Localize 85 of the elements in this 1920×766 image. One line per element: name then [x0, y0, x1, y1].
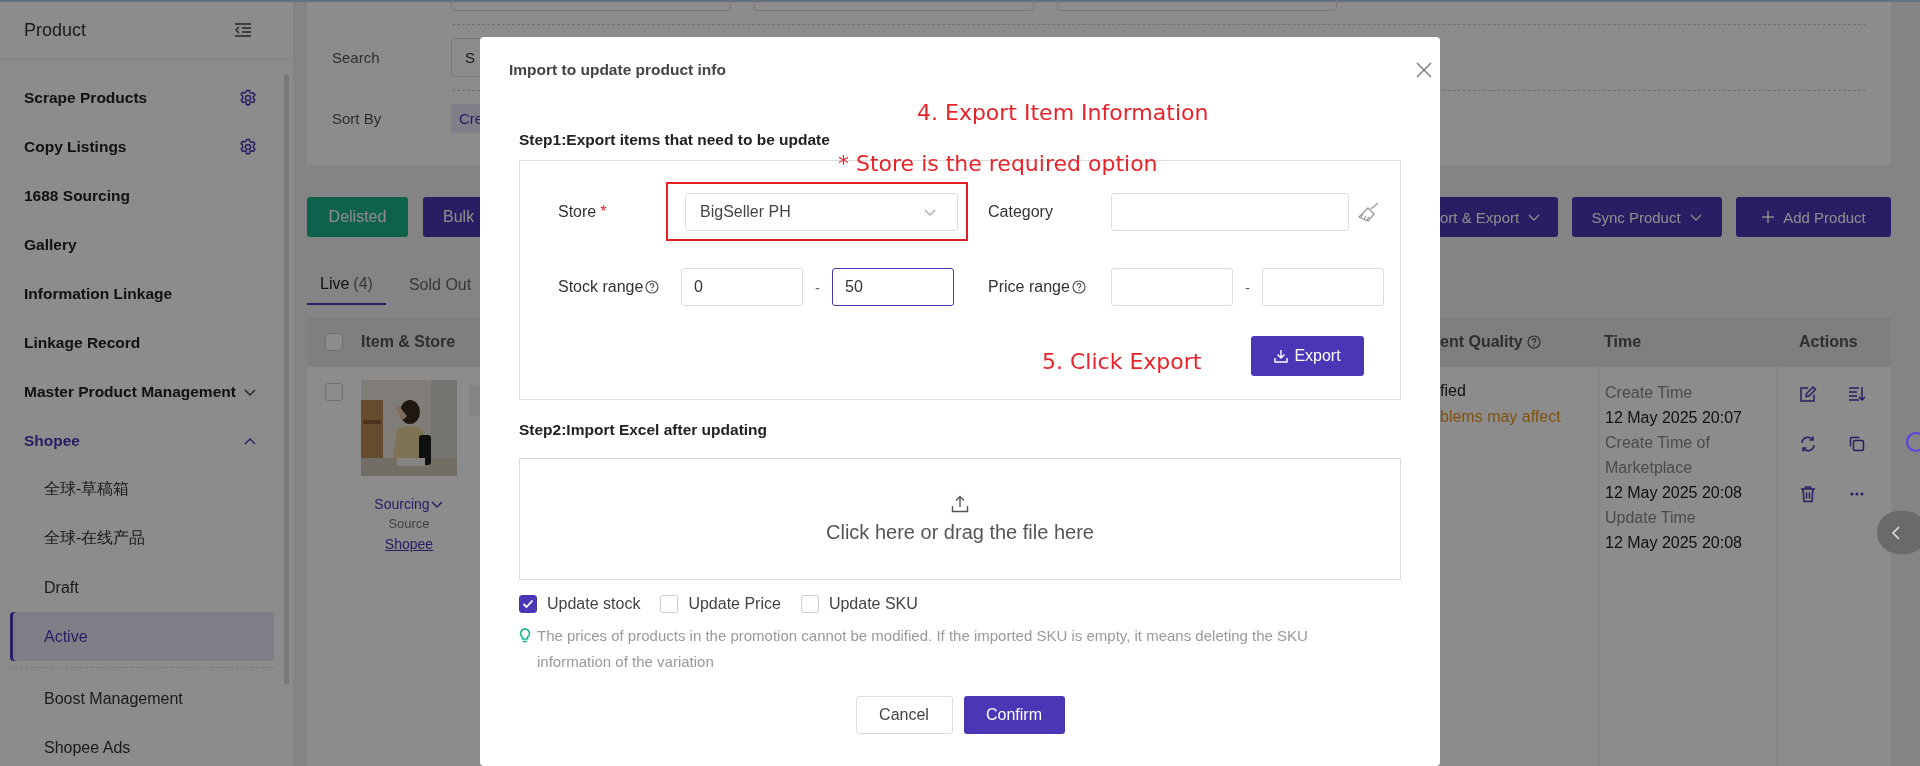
sidebar-item[interactable]: 全球-草稿箱 — [10, 465, 274, 514]
sidebar-item[interactable]: Draft — [10, 563, 274, 612]
column-header: Actions — [1799, 333, 1858, 351]
lightbulb-icon — [519, 628, 531, 644]
category-field[interactable] — [1111, 193, 1349, 231]
annotation-text: 5. Click Export — [1042, 348, 1202, 376]
time-value: 12 May 2025 20:08 — [1605, 533, 1743, 553]
export-button[interactable]: Export — [1251, 336, 1364, 376]
download-icon — [1274, 349, 1289, 363]
time-label: Create Time — [1605, 383, 1694, 403]
step-title: Step2:Import Excel after updating — [519, 420, 769, 440]
checkbox-label: Update stock — [547, 595, 641, 613]
help-icon[interactable] — [1526, 335, 1541, 349]
help-icon[interactable] — [1071, 280, 1086, 294]
sidebar-item[interactable]: Linkage Record — [10, 318, 274, 367]
sidebar-item[interactable]: Scrape Products — [10, 73, 274, 122]
source-link[interactable]: Shopee — [384, 536, 434, 552]
checkmark-icon — [521, 597, 535, 611]
sidebar-item[interactable]: Active — [10, 612, 274, 661]
time-value: 12 May 2025 20:07 — [1605, 408, 1743, 428]
dropdown-button[interactable]: Sync Product — [1572, 197, 1722, 237]
checkbox-label: Update Price — [688, 595, 781, 613]
dialog-title: Import to update product info — [509, 61, 726, 79]
field-label: Price range — [988, 278, 1070, 296]
sidebar-item[interactable]: 1688 Sourcing — [10, 171, 274, 220]
copy-icon[interactable] — [1848, 435, 1866, 453]
input-field[interactable]: 50 — [832, 268, 954, 306]
upload-icon — [951, 494, 969, 513]
range-separator: - — [814, 278, 821, 296]
input-field[interactable]: 0 — [681, 268, 803, 306]
column-header: Time — [1604, 333, 1642, 351]
plus-icon — [1761, 210, 1776, 224]
checkbox[interactable] — [519, 595, 537, 613]
sidebar-item[interactable]: Boost Management — [10, 674, 274, 723]
sidebar-item[interactable]: Master Product Management — [10, 367, 274, 416]
chevron-icon[interactable] — [1891, 524, 1901, 541]
tab[interactable]: Live (4) — [307, 265, 386, 305]
sidebar-title: Product — [24, 19, 87, 41]
time-value: 12 May 2025 20:08 — [1605, 483, 1743, 503]
field-label: Store — [558, 203, 597, 221]
add-product-button[interactable]: Add Product — [1736, 197, 1891, 237]
sort-list-icon[interactable] — [1848, 385, 1866, 403]
time-label: Create Time of Marketplace — [1605, 433, 1711, 478]
sidebar-item[interactable]: Copy Listings — [10, 122, 274, 171]
column-header: ent Quality — [1440, 333, 1523, 351]
sidebar-item[interactable]: Information Linkage — [10, 269, 274, 318]
help-icon[interactable] — [645, 280, 660, 294]
sidebar-item[interactable]: 全球-在线产品 — [10, 514, 274, 563]
confirm-button[interactable]: Confirm — [963, 696, 1065, 734]
close-icon[interactable] — [1416, 62, 1432, 78]
file-drop-zone[interactable]: Click here or drag the file here — [519, 458, 1401, 580]
row-checkbox[interactable] — [325, 383, 343, 401]
cancel-button[interactable]: Cancel — [855, 696, 953, 734]
sidebar-item[interactable]: Shopee — [10, 416, 274, 465]
annotation-text: 4. Export Item Information — [917, 99, 1209, 127]
quality-status: fied — [1440, 382, 1466, 400]
sidebar-item[interactable]: Shopee Ads — [10, 723, 274, 766]
annotation-text: * Store is the required option — [838, 150, 1158, 178]
select-all-checkbox[interactable] — [325, 333, 343, 351]
tab[interactable]: Sold Out — [395, 265, 485, 305]
hint-text: The prices of products in the promotion cannot be modified. If the imported SKU is empty, it means deleting the SKU information of the variation — [537, 626, 1309, 672]
collapse-menu-icon[interactable] — [234, 22, 252, 38]
input-field[interactable] — [1111, 268, 1233, 306]
settings-icon[interactable] — [239, 137, 257, 156]
step-title: Step1:Export items that need to be update — [519, 130, 831, 150]
filter-label: Sort By — [332, 110, 383, 127]
column-header: Item & Store — [361, 333, 456, 351]
source-label: Source — [388, 516, 430, 531]
sourcing-dropdown[interactable]: Sourcing — [374, 496, 444, 512]
field-label: Stock range — [558, 278, 644, 296]
edit-icon[interactable] — [1799, 385, 1817, 403]
filter-label: Search — [332, 49, 381, 66]
range-separator: - — [1244, 278, 1251, 296]
time-label: Update Time — [1605, 508, 1697, 528]
input-field[interactable] — [1262, 268, 1384, 306]
required-mark: * — [600, 203, 607, 221]
clear-broom-icon[interactable] — [1357, 201, 1381, 223]
sidebar-item[interactable]: Gallery — [10, 220, 274, 269]
field-label: Category — [988, 203, 1054, 221]
quality-warning: blems may affect — [1440, 408, 1561, 426]
store-select[interactable]: BigSeller PH — [685, 193, 958, 231]
delete-icon[interactable] — [1799, 485, 1817, 503]
settings-icon[interactable] — [239, 88, 257, 107]
checkbox-label: Update SKU — [828, 595, 918, 613]
refresh-icon[interactable] — [1799, 435, 1817, 453]
